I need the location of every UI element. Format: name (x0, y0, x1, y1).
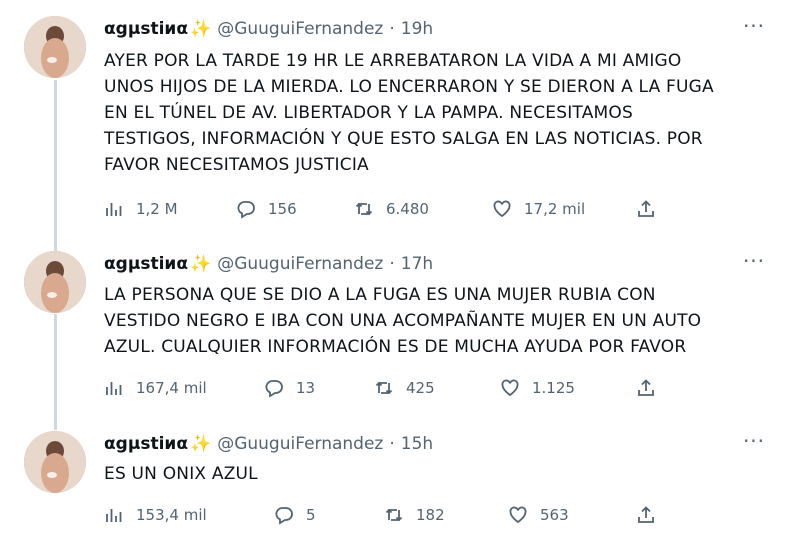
tweet-text-line: AYER POR LA TARDE 19 HR LE ARREBATARON L… (104, 51, 682, 71)
views-count: 153,4 mil (136, 506, 207, 524)
reply-icon (237, 201, 255, 219)
heart-icon (501, 379, 519, 397)
tweet-actions: 167,4 mil 13 425 1.125 (104, 376, 664, 400)
retweet-count: 425 (406, 379, 435, 397)
tweet-time[interactable]: 19h (401, 19, 433, 39)
tweet-text-line: FAVOR NECESITAMOS JUSTICIA (104, 155, 369, 175)
views-count: 1,2 M (136, 200, 178, 218)
tweet-header: αgμstiиα ✨ @GuuguiFernandez · 17h (104, 253, 433, 275)
sparkle-emoji: ✨ (190, 254, 212, 274)
reply-count: 13 (296, 379, 316, 397)
display-name[interactable]: αgμstiиα (104, 254, 188, 274)
avatar-photo (24, 251, 86, 313)
tweet-time[interactable]: 17h (401, 254, 433, 274)
tweet-text-line: VESTIDO NEGRO E IBA CON UNA ACOMPAÑANTE … (104, 311, 702, 331)
tweet-text: AYER POR LA TARDE 19 HR LE ARREBATARON L… (104, 48, 764, 178)
retweet-icon (375, 381, 393, 395)
more-icon[interactable]: ··· (740, 251, 768, 277)
retweet-button[interactable]: 425 (374, 376, 435, 400)
views-button[interactable]: 1,2 M (104, 197, 178, 221)
separator-dot: · (389, 434, 395, 454)
tweet-text-line: ES UN ONIX AZUL (104, 464, 258, 484)
reply-button[interactable]: 13 (264, 376, 315, 400)
avatar[interactable] (24, 251, 86, 313)
tweet-text-line: UNOS HIJOS DE LA MIERDA. LO ENCERRARON Y… (104, 77, 714, 97)
retweet-icon (355, 202, 373, 216)
views-button[interactable]: 153,4 mil (104, 503, 207, 527)
tweet[interactable]: αgμstiиα ✨ @GuuguiFernandez · 19h ··· AYER P… (0, 0, 800, 235)
share-button[interactable] (636, 503, 656, 527)
avatar-photo (24, 431, 86, 493)
views-chart-icon (106, 509, 122, 522)
avatar[interactable] (24, 16, 86, 78)
more-icon[interactable]: ··· (740, 431, 768, 457)
like-count: 1.125 (532, 379, 575, 397)
avatar-photo (24, 16, 86, 78)
tweet-text: LA PERSONA QUE SE DIO A LA FUGA ES UNA M… (104, 282, 764, 360)
sparkle-emoji: ✨ (190, 434, 212, 454)
like-button[interactable]: 17,2 mil (492, 197, 585, 221)
avatar[interactable] (24, 431, 86, 493)
like-button[interactable]: 563 (508, 503, 569, 527)
views-count: 167,4 mil (136, 379, 207, 397)
share-button[interactable] (636, 197, 656, 221)
reply-count: 156 (268, 200, 297, 218)
tweet-text-line: AZUL. CUALQUIER INFORMACIÓN ES DE MUCHA … (104, 337, 687, 357)
heart-icon (493, 200, 511, 218)
tweet-time[interactable]: 15h (401, 434, 433, 454)
share-icon (638, 379, 654, 396)
tweet-actions: 1,2 M 156 6.480 17,2 mil (104, 197, 664, 221)
separator-dot: · (389, 19, 395, 39)
tweet[interactable]: αgμstiиα ✨ @GuuguiFernandez · 17h ··· LA PER… (0, 235, 800, 415)
tweet-header: αgμstiиα ✨ @GuuguiFernandez · 15h (104, 433, 433, 455)
more-icon[interactable]: ··· (740, 16, 768, 42)
tweet-text-line: EN EL TÚNEL DE AV. LIBERTADOR Y LA PAMPA… (104, 103, 633, 123)
share-icon (638, 506, 654, 523)
views-chart-icon (106, 203, 122, 216)
tweet-text: ES UN ONIX AZUL (104, 461, 764, 487)
display-name[interactable]: αgμstiиα (104, 19, 188, 39)
reply-icon (275, 507, 293, 525)
share-icon (638, 200, 654, 217)
reply-button[interactable]: 5 (274, 503, 316, 527)
tweet-header: αgμstiиα ✨ @GuuguiFernandez · 19h (104, 18, 433, 40)
like-count: 563 (540, 506, 569, 524)
tweet[interactable]: αgμstiиα ✨ @GuuguiFernandez · 15h ··· ES UN … (0, 415, 800, 536)
retweet-button[interactable]: 182 (384, 503, 445, 527)
retweet-count: 6.480 (386, 200, 429, 218)
views-button[interactable]: 167,4 mil (104, 376, 207, 400)
like-count: 17,2 mil (524, 200, 586, 218)
reply-count: 5 (306, 506, 316, 524)
tweet-text-line: TESTIGOS, INFORMACIÓN Y QUE ESTO SALGA E… (104, 129, 703, 149)
like-button[interactable]: 1.125 (500, 376, 575, 400)
reply-button[interactable]: 156 (236, 197, 297, 221)
separator-dot: · (389, 254, 395, 274)
reply-icon (265, 380, 283, 398)
user-handle[interactable]: @GuuguiFernandez (217, 434, 383, 454)
user-handle[interactable]: @GuuguiFernandez (217, 254, 383, 274)
display-name[interactable]: αgμstiиα (104, 434, 188, 454)
retweet-button[interactable]: 6.480 (354, 197, 429, 221)
tweet-text-line: LA PERSONA QUE SE DIO A LA FUGA ES UNA M… (104, 285, 656, 305)
retweet-count: 182 (416, 506, 445, 524)
retweet-icon (385, 508, 403, 522)
tweet-actions: 153,4 mil 5 182 563 (104, 503, 664, 527)
share-button[interactable] (636, 376, 656, 400)
heart-icon (509, 506, 527, 524)
user-handle[interactable]: @GuuguiFernandez (217, 19, 383, 39)
views-chart-icon (106, 382, 122, 395)
sparkle-emoji: ✨ (190, 19, 212, 39)
